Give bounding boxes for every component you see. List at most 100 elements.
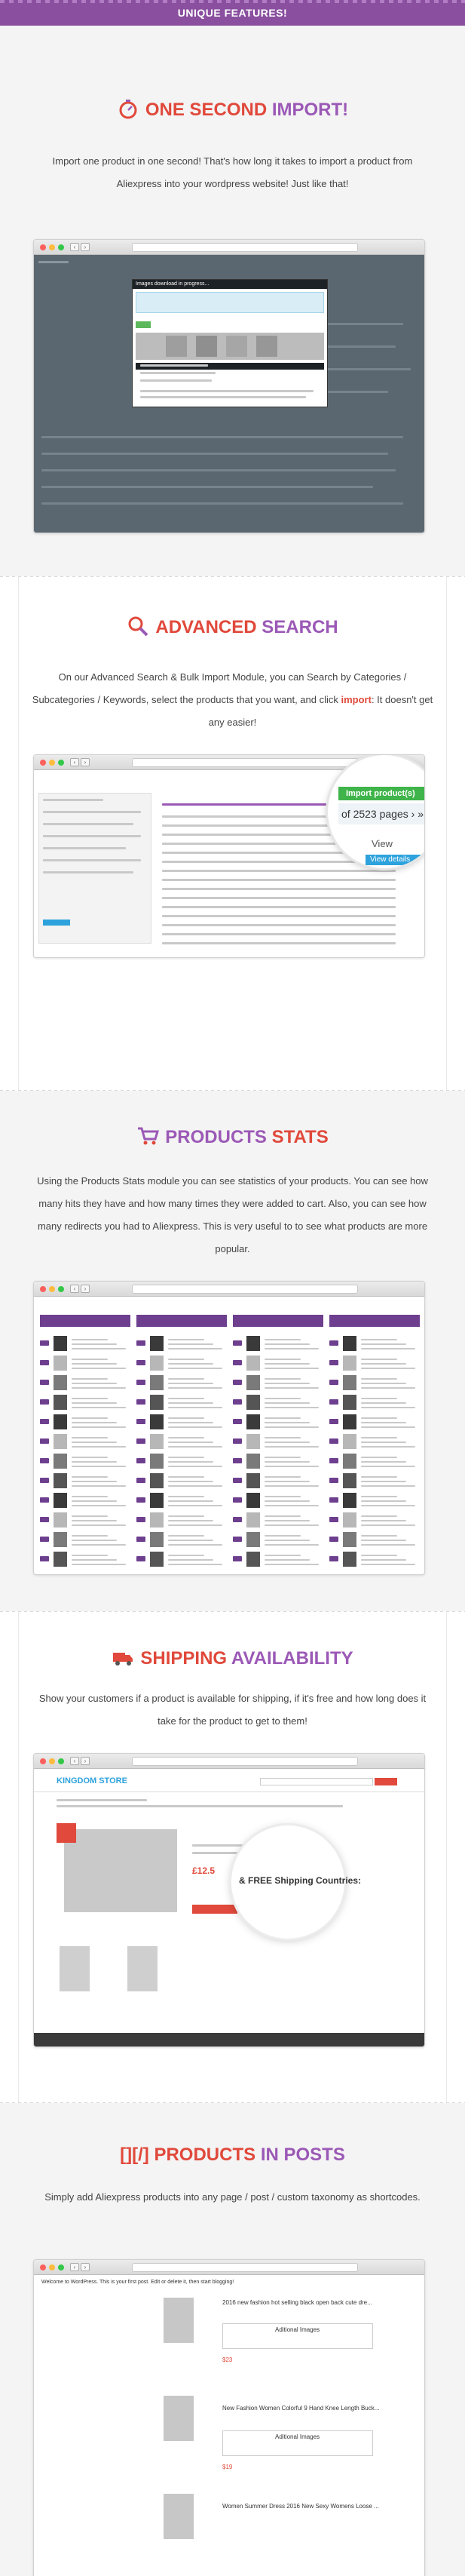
stat-badge: [329, 1478, 338, 1483]
admin-line: [41, 436, 403, 438]
stat-badge: [329, 1419, 338, 1424]
stat-badge: [136, 1340, 145, 1346]
maximize-dot-icon: [58, 1758, 64, 1764]
import-products-button[interactable]: Import product(s): [338, 787, 424, 800]
stat-product-thumb: [54, 1454, 67, 1469]
filter-line: [43, 871, 133, 874]
stat-line: [265, 1481, 310, 1482]
next-page-icon[interactable]: ›: [411, 808, 415, 820]
stat-line: [361, 1485, 415, 1487]
stat-line: [72, 1515, 108, 1517]
post-product-title[interactable]: New Fashion Women Colorful 9 Hand Knee L…: [222, 2405, 396, 2412]
back-icon: ‹: [70, 758, 79, 766]
stat-line: [168, 1426, 222, 1428]
stat-line: [72, 1496, 108, 1497]
stat-line: [72, 1339, 108, 1340]
section-shipping: SHIPPING AVAILABILITY Show your customer…: [0, 1612, 465, 2102]
view-details-button[interactable]: View details: [366, 855, 424, 865]
post-product-price: $23: [222, 2356, 233, 2363]
stat-line: [265, 1540, 310, 1541]
browser-chrome: ‹ ›: [34, 240, 424, 255]
admin-backdrop: Images download in progress...: [34, 255, 424, 533]
stat-line: [72, 1437, 108, 1438]
stat-badge: [329, 1360, 338, 1365]
stat-badge: [40, 1360, 49, 1365]
admin-title-line: [38, 261, 69, 263]
stat-product-thumb: [343, 1395, 356, 1410]
shipping-description: Show your customers if a product is avai…: [38, 1693, 427, 1727]
modal-ok-button[interactable]: [136, 321, 151, 328]
stat-product-thumb: [150, 1552, 164, 1567]
stat-line: [361, 1383, 406, 1384]
search-button[interactable]: [43, 920, 70, 926]
debug-line: [140, 379, 212, 382]
stat-line: [361, 1520, 406, 1521]
stat-product-thumb: [343, 1473, 356, 1488]
truck-icon: [112, 1646, 134, 1669]
stat-line: [265, 1363, 310, 1365]
stat-line: [265, 1378, 301, 1380]
stat-product-thumb: [150, 1512, 164, 1527]
stat-line: [168, 1544, 222, 1546]
stat-line: [265, 1343, 310, 1345]
filter-line: [43, 811, 141, 813]
result-row: [162, 888, 396, 890]
back-icon: ‹: [70, 2263, 79, 2271]
debug-line: [140, 396, 306, 398]
features-page: UNIQUE FEATURES! ONE SECOND IMPORT! Impo…: [0, 0, 465, 2576]
forward-icon: ›: [81, 1757, 90, 1765]
stat-badge: [40, 1517, 49, 1522]
stat-product-thumb: [246, 1532, 260, 1547]
view-label: View: [372, 838, 393, 849]
result-row: [162, 897, 396, 899]
last-page-icon[interactable]: »: [418, 808, 424, 820]
store-logo[interactable]: KINGDOM STORE: [57, 1776, 127, 1785]
stat-line: [72, 1520, 117, 1521]
stat-line: [168, 1339, 204, 1340]
close-dot-icon: [40, 760, 46, 766]
stat-line: [361, 1363, 406, 1365]
stat-line: [361, 1343, 406, 1345]
post-product-title[interactable]: 2016 new fashion hot selling black open …: [222, 2299, 396, 2306]
stat-card: [233, 1315, 323, 1327]
stat-badge: [136, 1419, 145, 1424]
stat-product-thumb: [343, 1434, 356, 1449]
import-screenshot: ‹ › Images download in progress...: [33, 239, 425, 533]
result-row: [162, 870, 396, 872]
product-title-line: [57, 1805, 343, 1807]
post-product-title[interactable]: Women Summer Dress 2016 New Sexy Womens …: [222, 2503, 396, 2510]
stat-line: [168, 1461, 213, 1463]
stat-product-thumb: [54, 1552, 67, 1567]
stat-line: [168, 1343, 213, 1345]
stat-line: [168, 1422, 213, 1423]
posts-description: Simply add Aliexpress products into any …: [44, 2191, 421, 2203]
stat-badge: [233, 1399, 242, 1405]
search-heading: ADVANCED SEARCH: [0, 615, 465, 638]
stat-badge: [40, 1458, 49, 1463]
stat-line: [265, 1387, 319, 1389]
stat-line: [361, 1461, 406, 1463]
store-search-button[interactable]: [375, 1778, 397, 1785]
stat-line: [72, 1555, 108, 1556]
stat-product-thumb: [246, 1434, 260, 1449]
stat-line: [72, 1524, 126, 1526]
stat-line: [72, 1422, 117, 1423]
close-dot-icon: [40, 244, 46, 250]
stat-product-thumb: [343, 1493, 356, 1508]
stat-line: [72, 1485, 126, 1487]
stat-badge: [329, 1517, 338, 1522]
product-thumb: [196, 336, 217, 357]
stat-badge: [136, 1360, 145, 1365]
stat-line: [361, 1368, 415, 1369]
store-search-input[interactable]: [260, 1778, 373, 1785]
stat-line: [72, 1442, 117, 1443]
shipping-screenshot: ‹ › KINGDOM STORE £12.5 & FREE Shipping …: [33, 1753, 425, 2047]
stat-line: [361, 1544, 415, 1546]
stat-badge: [136, 1478, 145, 1483]
stat-line: [265, 1520, 310, 1521]
stat-badge: [329, 1340, 338, 1346]
buy-button[interactable]: [192, 1905, 237, 1914]
result-row: [162, 933, 396, 935]
browser-chrome: ‹ ›: [34, 1754, 424, 1769]
forward-icon: ›: [81, 243, 90, 251]
